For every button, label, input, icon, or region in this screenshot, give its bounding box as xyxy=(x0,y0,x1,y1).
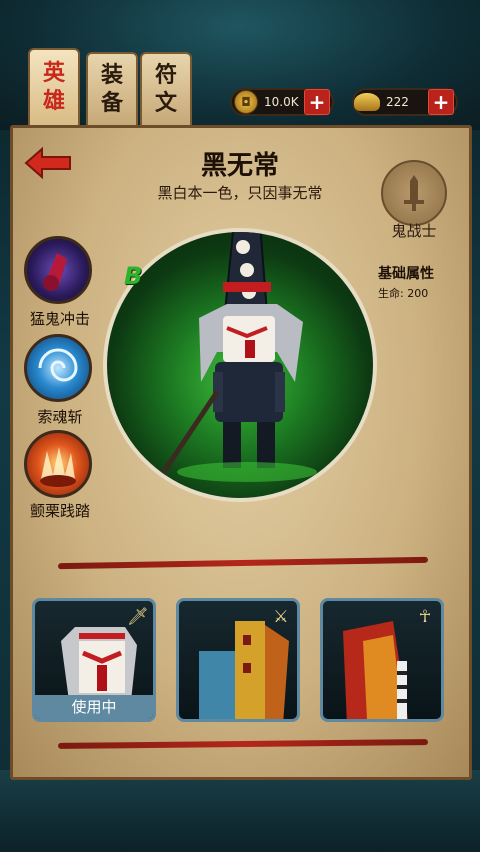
hp-stat: 生命: 200 xyxy=(378,287,429,300)
staff-icon: ☥ xyxy=(418,607,432,627)
tab-hero[interactable]: 英雄 xyxy=(28,48,80,128)
ingot-counter: 222 + xyxy=(352,88,458,116)
hero-portrait xyxy=(103,228,377,502)
ingot-value: 222 xyxy=(386,95,409,109)
tab-hero-label: 英雄 xyxy=(42,61,65,114)
add-ingots-button[interactable]: + xyxy=(428,89,454,115)
coin-icon: ◘ xyxy=(234,90,258,114)
sword-icon: 🗡 xyxy=(127,607,149,627)
skill-3-button[interactable] xyxy=(24,430,92,498)
skill-2-label: 索魂斩 xyxy=(37,408,83,426)
tab-runes-label: 符文 xyxy=(154,63,177,116)
class-emblem xyxy=(381,160,447,226)
coin-value: 10.0K xyxy=(264,95,299,109)
skin-card-1[interactable]: 🗡 使用中 xyxy=(32,598,156,722)
tab-runes[interactable]: 符文 xyxy=(140,52,192,128)
tab-equipment-label: 装备 xyxy=(100,63,123,116)
locked-axe-icon: ⚔ xyxy=(273,607,289,627)
coin-counter: ◘ 10.0K + xyxy=(230,88,334,116)
hero-grade-badge: B xyxy=(124,262,143,290)
attributes-title: 基础属性 xyxy=(378,266,434,282)
tab-equipment[interactable]: 装备 xyxy=(86,52,138,128)
in-use-badge: 使用中 xyxy=(35,695,153,719)
sword-shield-icon xyxy=(404,175,424,211)
skill-1-button[interactable] xyxy=(24,236,92,304)
claw-strike-icon xyxy=(43,253,67,291)
background-bottom xyxy=(0,770,480,852)
add-coins-button[interactable]: + xyxy=(304,89,330,115)
skill-1-label: 猛鬼冲击 xyxy=(29,310,90,328)
skin-card-2[interactable]: ⚔ xyxy=(176,598,300,722)
hero-figure xyxy=(154,232,317,484)
hero-class-label: 鬼战士 xyxy=(391,222,437,240)
vortex-icon xyxy=(38,348,78,382)
gold-ingot-icon xyxy=(354,93,380,111)
skin-card-3[interactable]: ☥ xyxy=(320,598,444,722)
skill-2-button[interactable] xyxy=(24,334,92,402)
fire-stomp-icon xyxy=(40,447,76,487)
skill-3-label: 颤栗践踏 xyxy=(29,502,90,520)
